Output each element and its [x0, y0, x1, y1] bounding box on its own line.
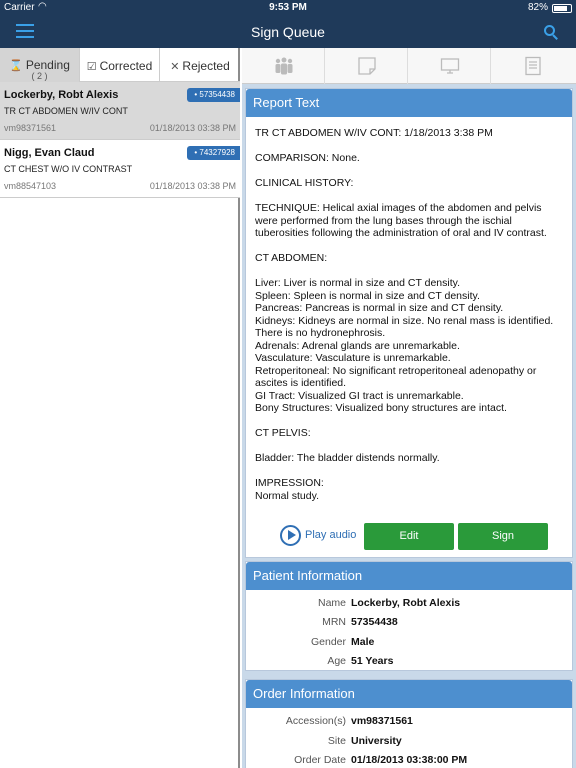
info-value: 57354438 — [351, 616, 398, 628]
tab-corrected[interactable]: ☑ Corrected — [80, 48, 160, 82]
play-audio-label: Play audio — [305, 529, 357, 541]
info-label: Accession(s) — [285, 715, 346, 727]
patients-tool-button[interactable] — [242, 48, 325, 84]
monitor-icon — [440, 58, 460, 74]
tab-label: Pending — [25, 58, 70, 72]
monitor-tool-button[interactable] — [408, 48, 491, 84]
status-bar: Carrier ◠ 9:53 PM 82% — [0, 0, 576, 16]
info-value: 01/18/2013 03:38:00 PM — [351, 754, 468, 766]
play-icon — [280, 525, 301, 546]
tab-count: ( 2 ) — [31, 71, 48, 81]
queue-item-lockerby[interactable]: Lockerby, Robt Alexis • 57354438 TR CT A… — [0, 82, 240, 140]
report-paragraph: CLINICAL HISTORY: — [255, 177, 354, 189]
order-date: 01/18/2013 03:38 PM — [149, 123, 236, 133]
info-value: University — [351, 735, 402, 747]
x-icon: ✕ — [170, 61, 180, 73]
sign-button[interactable]: Sign — [458, 523, 548, 550]
queue-item-nigg[interactable]: Nigg, Evan Claud • 74327928 CT CHEST W/O… — [0, 140, 240, 198]
report-paragraph: Bladder: The bladder distends normally. — [255, 452, 440, 464]
patient-gender-row: Gender Male — [246, 636, 572, 655]
order-date: 01/18/2013 03:38 PM — [149, 181, 236, 191]
info-value: vm98371561 — [351, 715, 413, 727]
patient-info-header: Patient Information — [246, 562, 572, 590]
battery-percent: 82% — [527, 2, 548, 13]
report-paragraph: TECHNIQUE: Helical axial images of the a… — [255, 202, 547, 239]
patients-icon — [275, 57, 293, 75]
info-label: Age — [327, 655, 346, 667]
clock: 9:53 PM — [269, 2, 307, 13]
order-info-header: Order Information — [246, 680, 572, 708]
info-label: Site — [327, 735, 346, 747]
search-icon[interactable] — [540, 23, 560, 41]
document-list-tool-button[interactable] — [491, 48, 574, 84]
patient-info-card: Patient Information Name Lockerby, Robt … — [245, 561, 573, 671]
info-label: Order Date — [294, 754, 346, 766]
info-label: Name — [317, 597, 346, 609]
nav-bar: Sign Queue — [0, 16, 576, 48]
queue-tabs: ⌛ Pending ( 2 ) ☑ Corrected ✕ Rejected — [0, 48, 240, 82]
info-label: Gender — [310, 636, 346, 648]
info-value: Lockerby, Robt Alexis — [351, 597, 461, 609]
procedure-name: CT CHEST W/O IV CONTRAST — [4, 164, 133, 174]
report-header: Report Text — [246, 89, 572, 117]
order-accession-row: Accession(s) vm98371561 — [246, 715, 572, 734]
order-date-row: Order Date 01/18/2013 03:38:00 PM — [246, 754, 572, 768]
document-list-icon — [525, 56, 541, 76]
tab-rejected[interactable]: ✕ Rejected — [160, 48, 240, 82]
order-site-row: Site University — [246, 735, 572, 754]
note-tool-button[interactable] — [325, 48, 408, 84]
edit-button[interactable]: Edit — [364, 523, 454, 550]
report-paragraph: CT PELVIS: — [255, 427, 311, 439]
queue-panel: ⌛ Pending ( 2 ) ☑ Corrected ✕ Rejected Lock… — [0, 48, 240, 768]
mrn-badge: • 74327928 — [187, 146, 240, 160]
patient-mrn-row: MRN 57354438 — [246, 616, 572, 635]
accession-number: vm88547103 — [4, 181, 57, 191]
tab-label: Rejected — [182, 59, 230, 73]
report-paragraph: COMPARISON: None. — [255, 152, 360, 164]
order-info-card: Order Information Accession(s) vm9837156… — [245, 679, 573, 768]
patient-name: Nigg, Evan Claud — [4, 147, 95, 159]
report-paragraph: TR CT ABDOMEN W/IV CONT: 1/18/2013 3:38 … — [255, 127, 493, 139]
report-paragraph: IMPRESSION: Normal study. — [255, 477, 324, 502]
mrn-badge: • 57354438 — [187, 88, 240, 102]
info-value: Male — [351, 636, 375, 648]
battery-fill — [554, 6, 567, 11]
report-text[interactable]: TR CT ABDOMEN W/IV CONT: 1/18/2013 3:38 … — [255, 127, 563, 515]
report-card: Report Text TR CT ABDOMEN W/IV CONT: 1/1… — [245, 88, 573, 558]
info-label: MRN — [322, 616, 346, 628]
patient-name: Lockerby, Robt Alexis — [4, 89, 119, 101]
patient-age-row: Age 51 Years — [246, 655, 572, 674]
info-value: 51 Years — [351, 655, 394, 667]
patient-name-row: Name Lockerby, Robt Alexis — [246, 597, 572, 616]
battery-icon — [552, 4, 572, 13]
tab-label: Corrected — [99, 59, 153, 73]
report-paragraph: CT ABDOMEN: — [255, 252, 328, 264]
page-title: Sign Queue — [251, 24, 325, 40]
accession-number: vm98371561 — [4, 123, 57, 133]
report-actions: Play audio Edit Sign — [246, 521, 572, 555]
procedure-name: TR CT ABDOMEN W/IV CONT — [4, 106, 128, 116]
note-icon — [358, 57, 376, 75]
detail-toolbar — [242, 48, 576, 84]
checkbox-icon: ☑ — [86, 61, 97, 73]
report-paragraph: Liver: Liver is normal in size and CT de… — [255, 277, 554, 414]
tab-pending[interactable]: ⌛ Pending ( 2 ) — [0, 48, 80, 82]
report-panel: Report Text TR CT ABDOMEN W/IV CONT: 1/1… — [242, 48, 576, 768]
